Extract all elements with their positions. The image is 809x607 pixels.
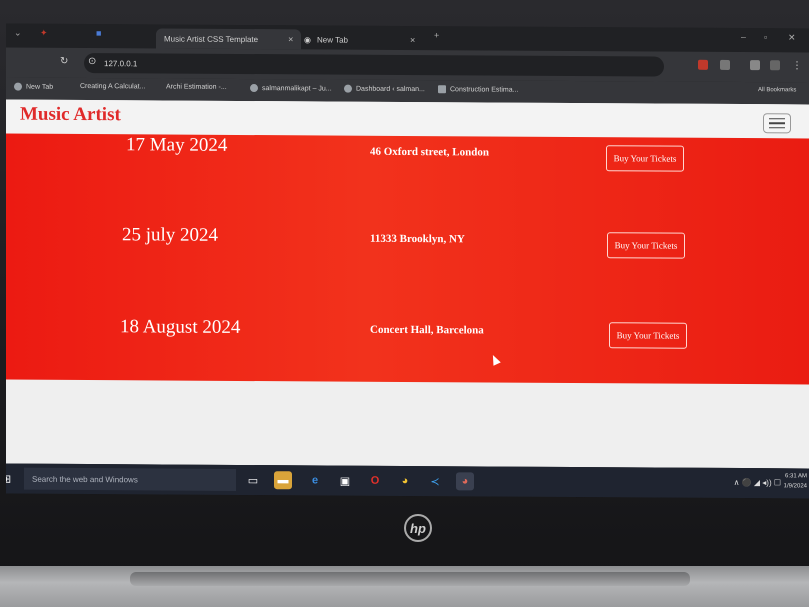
windows-taskbar: ⊞ Search the web and Windows ▭ ▬ e ▣ O ◕…	[6, 463, 809, 499]
tour-row: 25 july 2024 11333 Brooklyn, NY Buy Your…	[6, 222, 809, 267]
bookmark-item[interactable]: Archi Estimation -...	[166, 84, 227, 91]
site-brand[interactable]: Music Artist	[20, 104, 121, 127]
hinge-bar	[130, 572, 690, 586]
close-window-icon[interactable]: ✕	[788, 32, 796, 43]
tab-search-icon[interactable]: ⌄	[14, 28, 22, 39]
wordpress-icon	[344, 84, 352, 93]
taskbar-search[interactable]: Search the web and Windows	[24, 467, 236, 491]
chrome-profile-icon[interactable]: ◕	[456, 472, 474, 491]
toolbar: ↻ 127.0.0.1 ⊙ ⋮	[6, 47, 809, 83]
address-text: 127.0.0.1	[104, 58, 138, 68]
tab-title: Music Artist CSS Template	[164, 34, 259, 44]
new-tab-button[interactable]: +	[434, 30, 439, 40]
chrome-icon[interactable]: ◕	[396, 472, 414, 490]
web-page: Music Artist 17 May 2024 46 Oxford stree…	[6, 99, 809, 469]
address-bar[interactable]: 127.0.0.1	[84, 53, 664, 77]
system-tray-icons[interactable]: ∧ ⚫ ◢ ◂)) ☐	[734, 478, 781, 487]
taskbar-clock[interactable]: 6:31 AM 1/9/2024	[784, 471, 807, 491]
chrome-icon: ◉	[304, 34, 311, 44]
profile-icon[interactable]: ✦	[40, 28, 48, 39]
site-navbar: Music Artist	[6, 99, 809, 139]
menu-dots-icon[interactable]: ⋮	[792, 60, 802, 71]
tab-music-artist[interactable]: Music Artist CSS Template ×	[156, 28, 302, 50]
bookmark-item[interactable]: New Tab	[14, 82, 53, 91]
close-icon[interactable]: ×	[288, 34, 293, 44]
tour-date: 17 May 2024	[126, 134, 228, 156]
clock-date: 1/9/2024	[783, 483, 807, 490]
opera-icon[interactable]: O	[366, 472, 384, 490]
minimize-icon[interactable]: –	[741, 32, 746, 42]
tour-dates-section: 17 May 2024 46 Oxford street, London Buy…	[6, 133, 809, 385]
vscode-icon[interactable]: ≺	[426, 472, 444, 490]
tab-title: New Tab	[316, 34, 348, 45]
file-explorer-icon[interactable]: ▬	[274, 471, 292, 490]
hamburger-line	[769, 122, 785, 125]
tab-new-tab[interactable]: ◉ New Tab ×	[296, 29, 423, 50]
menu-toggle-button[interactable]	[763, 113, 791, 134]
side-panel-icon[interactable]	[750, 60, 760, 71]
task-view-icon[interactable]: ▭	[244, 471, 262, 489]
bookmark-item[interactable]: Construction Estima...	[438, 85, 518, 94]
site-info-icon[interactable]: ⊙	[88, 56, 96, 67]
tour-row: 18 August 2024 Concert Hall, Barcelona B…	[6, 314, 809, 359]
windows-start-icon[interactable]: ⊞	[6, 473, 11, 486]
search-placeholder: Search the web and Windows	[32, 474, 138, 484]
tour-date: 18 August 2024	[120, 316, 241, 338]
close-icon[interactable]: ×	[410, 35, 415, 45]
buy-tickets-button[interactable]: Buy Your Tickets	[606, 145, 684, 172]
profile-avatar-icon[interactable]	[770, 60, 780, 71]
extension-icon[interactable]	[698, 59, 708, 70]
bookmark-favicon-icon	[438, 85, 446, 94]
hp-logo: hp	[404, 514, 432, 542]
tour-venue: 46 Oxford street, London	[370, 145, 489, 159]
maximize-icon[interactable]: ▫	[764, 32, 767, 42]
tour-venue: 11333 Brooklyn, NY	[370, 232, 465, 246]
hamburger-line	[769, 126, 785, 129]
buy-tickets-button[interactable]: Buy Your Tickets	[607, 232, 685, 259]
store-icon[interactable]: ▣	[336, 472, 354, 490]
wordpress-icon	[250, 84, 258, 93]
screen: ⌄ ✦ ■ Music Artist CSS Template × ◉ New …	[6, 23, 809, 499]
hamburger-line	[769, 117, 785, 120]
bookmark-item[interactable]: salmanmalikapt – Ju...	[250, 84, 332, 93]
reload-icon[interactable]: ↻	[60, 56, 68, 67]
bookmark-item[interactable]: Creating A Calculat...	[80, 83, 145, 90]
bookmark-item[interactable]: Dashboard ‹ salman...	[344, 84, 425, 93]
extensions-puzzle-icon[interactable]	[720, 59, 730, 70]
tab-favicon-icon: ■	[96, 28, 102, 39]
all-bookmarks[interactable]: All Bookmarks	[758, 87, 796, 93]
tour-row: 17 May 2024 46 Oxford street, London Buy…	[6, 134, 809, 179]
tour-venue: Concert Hall, Barcelona	[370, 323, 484, 337]
globe-icon	[14, 82, 22, 91]
clock-time: 6:31 AM	[784, 473, 807, 480]
tour-date: 25 july 2024	[122, 224, 219, 246]
edge-icon[interactable]: e	[306, 471, 324, 489]
buy-tickets-button[interactable]: Buy Your Tickets	[609, 322, 687, 349]
